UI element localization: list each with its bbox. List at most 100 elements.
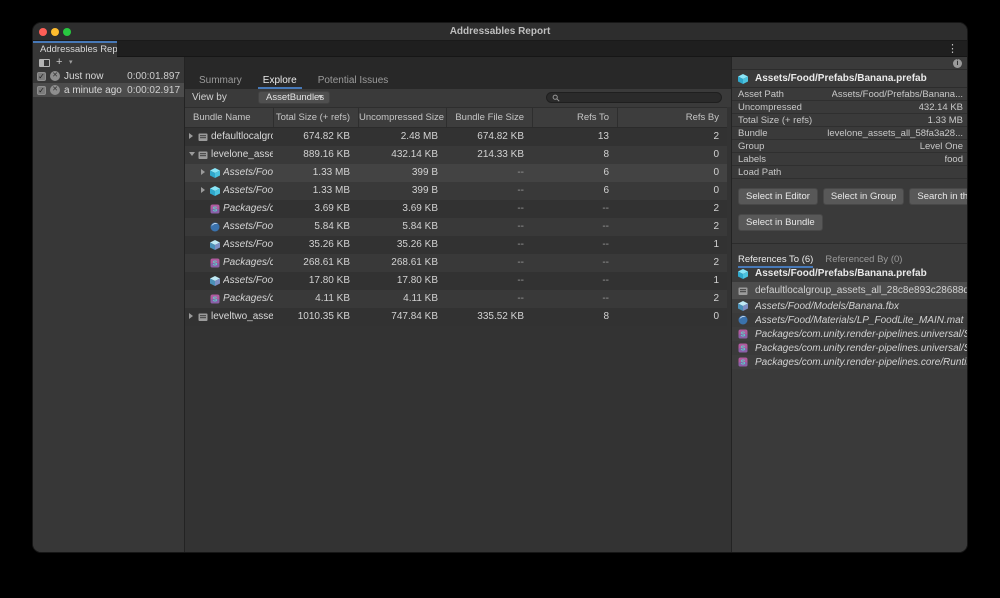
property-row: Total Size (+ refs)1.33 MB bbox=[732, 114, 968, 127]
column-header-bundle-name[interactable]: Bundle Name bbox=[185, 108, 273, 127]
table-row[interactable]: leveltwo_assets_all_11010.35 KB747.84 KB… bbox=[185, 308, 727, 326]
reference-list-item[interactable]: Assets/Food/Materials/LP_FoodLite_MAIN.m… bbox=[732, 313, 968, 327]
select-in-group-button[interactable]: Select in Group bbox=[823, 188, 904, 205]
model-icon bbox=[210, 276, 220, 286]
reference-path: Packages/com.unity.render-pipelines.univ… bbox=[755, 329, 968, 340]
reference-path: defaultlocalgroup_assets_all_28c8e893c28… bbox=[755, 285, 968, 296]
table-row[interactable]: SPackages/com.un4.11 KB4.11 KB----2 bbox=[185, 290, 727, 308]
column-header-refs-to[interactable]: Refs To bbox=[532, 108, 617, 127]
refs-by-cell: 2 bbox=[617, 200, 727, 218]
uncompressed-size-cell: 4.11 KB bbox=[358, 290, 446, 308]
column-header-uncompressed-size[interactable]: Uncompressed Size bbox=[358, 108, 446, 127]
select-in-editor-button[interactable]: Select in Editor bbox=[738, 188, 818, 205]
reports-sidebar: + ▾ ✓✕Just now0:00:01.897✓✕a minute ago0… bbox=[33, 57, 184, 553]
panel-toggle-icon[interactable] bbox=[39, 59, 50, 67]
search-in-this-view-button[interactable]: Search in this view bbox=[909, 188, 968, 205]
bundle-icon bbox=[198, 132, 208, 142]
property-label: Labels bbox=[738, 154, 766, 165]
bundle-name-cell: SPackages/com.un bbox=[185, 254, 273, 272]
report-list: ✓✕Just now0:00:01.897✓✕a minute ago0:00:… bbox=[33, 69, 184, 97]
uncompressed-size-cell: 35.26 KB bbox=[358, 236, 446, 254]
bundle-name-cell: levelone_assets_all_5 bbox=[185, 146, 273, 164]
inspector-buttons-row2: Select in Bundle bbox=[732, 214, 968, 231]
disclosure-right-icon[interactable] bbox=[201, 182, 209, 200]
uncompressed-size-cell: 747.84 KB bbox=[358, 308, 446, 326]
bundle-file-size-cell: -- bbox=[446, 254, 532, 272]
document-tab-bar: Addressables Report ⋮ bbox=[33, 41, 967, 57]
column-header-bundle-file-size[interactable]: Bundle File Size bbox=[446, 108, 532, 127]
refs-by-cell: 0 bbox=[617, 182, 727, 200]
disclosure-right-icon[interactable] bbox=[189, 308, 197, 326]
explore-panel: SummaryExplorePotential Issues View by A… bbox=[185, 57, 731, 553]
bundle-name-cell: SPackages/com.un bbox=[185, 200, 273, 218]
report-list-item[interactable]: ✓✕a minute ago0:00:02.917 bbox=[33, 83, 184, 97]
add-report-button[interactable]: + bbox=[56, 56, 62, 68]
property-value: Assets/Food/Prefabs/Banana... bbox=[832, 89, 964, 100]
column-header-refs-by[interactable]: Refs By bbox=[617, 108, 727, 127]
search-field[interactable] bbox=[546, 92, 722, 103]
search-input[interactable] bbox=[563, 93, 716, 102]
bundle-file-size-cell: -- bbox=[446, 272, 532, 290]
reference-list-item[interactable]: defaultlocalgroup_assets_all_28c8e893c28… bbox=[732, 282, 968, 299]
table-row[interactable]: SPackages/com.un268.61 KB268.61 KB----2 bbox=[185, 254, 727, 272]
model-icon bbox=[738, 301, 748, 311]
tab-potential-issues[interactable]: Potential Issues bbox=[313, 73, 394, 89]
report-checkbox[interactable]: ✓ bbox=[37, 86, 46, 95]
bundle-name-text: Assets/Food/Prefa bbox=[223, 182, 273, 200]
table-row[interactable]: SPackages/com.un3.69 KB3.69 KB----2 bbox=[185, 200, 727, 218]
reference-list-item[interactable]: SPackages/com.unity.render-pipelines.uni… bbox=[732, 327, 968, 341]
prefab-icon bbox=[210, 168, 220, 178]
reference-list-item[interactable]: Assets/Food/Models/Banana.fbx bbox=[732, 299, 968, 313]
selected-asset-title: Assets/Food/Prefabs/Banana.prefab bbox=[755, 73, 927, 84]
disclosure-down-icon[interactable] bbox=[189, 146, 197, 164]
property-value: food bbox=[945, 154, 964, 165]
select-in-bundle-button[interactable]: Select in Bundle bbox=[738, 214, 823, 231]
shader-icon: S bbox=[210, 294, 220, 304]
tab-summary[interactable]: Summary bbox=[194, 73, 247, 89]
bundle-name-cell: Assets/Food/Prefa bbox=[185, 182, 273, 200]
reference-list-item[interactable]: Assets/Food/Prefabs/Banana.prefab bbox=[732, 265, 968, 282]
remove-report-icon[interactable]: ✕ bbox=[50, 85, 60, 95]
bundle-name-cell: leveltwo_assets_all_1 bbox=[185, 308, 273, 326]
title-bar[interactable]: Addressables Report bbox=[33, 23, 967, 41]
table-row[interactable]: defaultlocalgroup_as674.82 KB2.48 MB674.… bbox=[185, 128, 727, 146]
table-row[interactable]: Assets/Food/Mod17.80 KB17.80 KB----1 bbox=[185, 272, 727, 290]
property-label: Uncompressed bbox=[738, 102, 802, 113]
property-value: 1.33 MB bbox=[928, 115, 963, 126]
remove-report-icon[interactable]: ✕ bbox=[50, 71, 60, 81]
table-row[interactable]: Assets/Food/Mod35.26 KB35.26 KB----1 bbox=[185, 236, 727, 254]
uncompressed-size-cell: 399 B bbox=[358, 182, 446, 200]
disclosure-right-icon[interactable] bbox=[189, 128, 197, 146]
tab-addressables-report[interactable]: Addressables Report bbox=[33, 41, 117, 57]
window-title: Addressables Report bbox=[33, 23, 967, 41]
chevron-right-icon[interactable]: › bbox=[961, 282, 964, 299]
add-report-caret-icon[interactable]: ▾ bbox=[69, 58, 73, 66]
reference-path: Packages/com.unity.render-pipelines.core… bbox=[755, 357, 968, 368]
table-row[interactable]: Assets/Food/Prefa1.33 MB399 B--60 bbox=[185, 182, 727, 200]
refs-to-cell: -- bbox=[532, 200, 617, 218]
table-row[interactable]: Assets/Food/Prefa1.33 MB399 B--60 bbox=[185, 164, 727, 182]
bundle-file-size-cell: 674.82 KB bbox=[446, 128, 532, 146]
reference-list-item[interactable]: SPackages/com.unity.render-pipelines.uni… bbox=[732, 341, 968, 355]
tab-explore[interactable]: Explore bbox=[258, 73, 302, 89]
property-label: Group bbox=[738, 141, 764, 152]
property-value: 432.14 KB bbox=[919, 102, 963, 113]
table-row[interactable]: Assets/Food/Mat5.84 KB5.84 KB----2 bbox=[185, 218, 727, 236]
column-header-total-size-refs[interactable]: Total Size (+ refs) bbox=[273, 108, 358, 127]
report-checkbox[interactable]: ✓ bbox=[37, 72, 46, 81]
refs-by-cell: 2 bbox=[617, 218, 727, 236]
disclosure-right-icon[interactable] bbox=[201, 164, 209, 182]
total-size-cell: 268.61 KB bbox=[273, 254, 358, 272]
view-by-dropdown[interactable]: AssetBundles ▼ bbox=[258, 91, 330, 104]
report-list-item[interactable]: ✓✕Just now0:00:01.897 bbox=[33, 69, 184, 83]
material-icon bbox=[738, 315, 748, 325]
total-size-cell: 674.82 KB bbox=[273, 128, 358, 146]
refs-to-cell: -- bbox=[532, 218, 617, 236]
refs-by-cell: 0 bbox=[617, 308, 727, 326]
info-icon[interactable]: i bbox=[953, 59, 962, 68]
reference-path: Assets/Food/Materials/LP_FoodLite_MAIN.m… bbox=[755, 315, 968, 326]
kebab-menu-icon[interactable]: ⋮ bbox=[947, 42, 958, 56]
table-row[interactable]: levelone_assets_all_5889.16 KB432.14 KB2… bbox=[185, 146, 727, 164]
reference-list-item[interactable]: SPackages/com.unity.render-pipelines.cor… bbox=[732, 355, 968, 369]
svg-text:S: S bbox=[213, 297, 218, 304]
